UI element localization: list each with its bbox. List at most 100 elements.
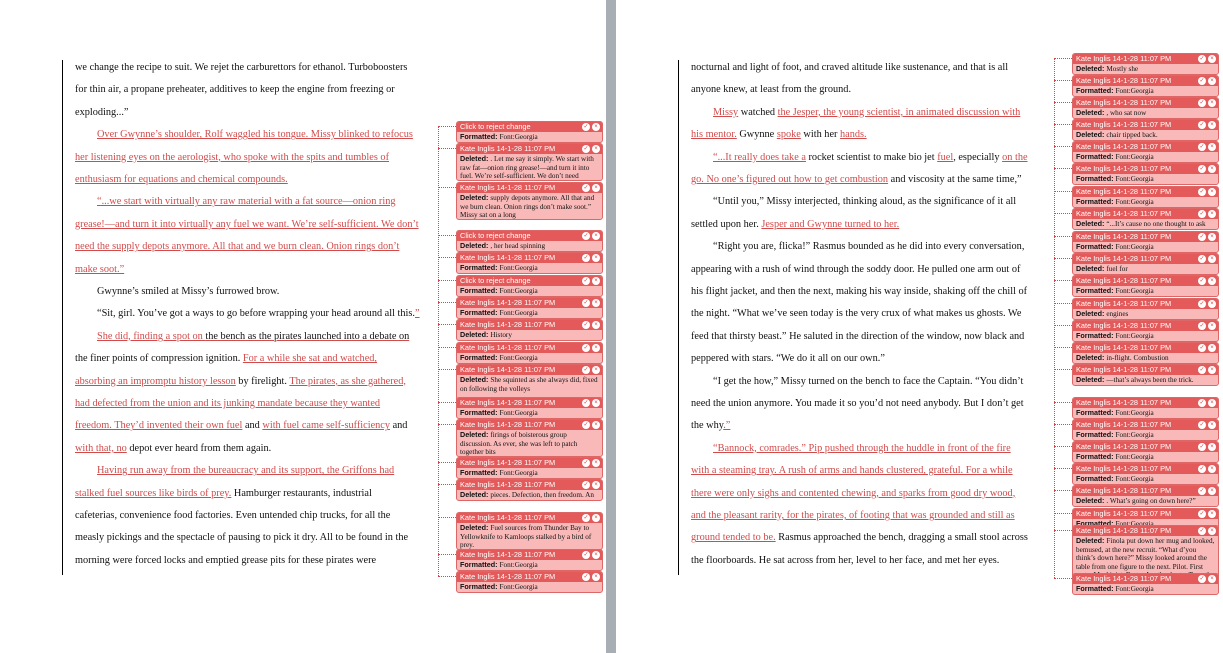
comment-balloon[interactable]: Kate Inglis 14-1-28 11:07 PM ✓ × Formatted:…: [1072, 441, 1219, 463]
comment-balloon[interactable]: Kate Inglis 14-1-28 11:07 PM ✓ × Deleted: p…: [456, 479, 603, 501]
reject-change-icon[interactable]: ×: [1208, 322, 1216, 330]
accept-change-icon[interactable]: ✓: [1198, 143, 1206, 151]
reject-change-icon[interactable]: ×: [1208, 99, 1216, 107]
text-line[interactable]: exploding...”: [75, 106, 128, 120]
comment-balloon[interactable]: Kate Inglis 14-1-28 11:07 PM ✓ × Formatted:…: [456, 549, 603, 571]
reject-change-icon[interactable]: ×: [1208, 421, 1216, 429]
text-line[interactable]: the floorboards. He sat across from her,…: [691, 554, 999, 568]
accept-change-icon[interactable]: ✓: [1198, 487, 1206, 495]
accept-change-icon[interactable]: ✓: [1198, 575, 1206, 583]
text-line[interactable]: Over Gwynne’s shoulder, Rolf waggled his…: [97, 128, 413, 142]
text-line[interactable]: had defected from the union and its junk…: [75, 397, 380, 411]
text-line[interactable]: we change the recipe to suit. We rejet t…: [75, 61, 407, 75]
text-line[interactable]: enthusiasm for equations and chemical co…: [75, 173, 288, 187]
reject-change-icon[interactable]: ×: [1208, 121, 1216, 129]
reject-change-icon[interactable]: ×: [592, 184, 600, 192]
comment-balloon[interactable]: Kate Inglis 14-1-28 11:07 PM ✓ × Formatted:…: [1072, 231, 1219, 253]
accept-change-icon[interactable]: ✓: [582, 145, 590, 153]
reject-change-icon[interactable]: ×: [592, 421, 600, 429]
accept-change-icon[interactable]: ✓: [1198, 300, 1206, 308]
comment-balloon[interactable]: Kate Inglis 14-1-28 11:07 PM ✓ × Deleted: M…: [1072, 53, 1219, 75]
accept-change-icon[interactable]: ✓: [582, 573, 590, 581]
comment-balloon[interactable]: Kate Inglis 14-1-28 11:07 PM ✓ × Deleted: i…: [1072, 342, 1219, 364]
text-line[interactable]: need the union anymore. You made it so y…: [691, 397, 1024, 411]
reject-change-icon[interactable]: ×: [592, 232, 600, 240]
reject-change-icon[interactable]: ×: [592, 573, 600, 581]
text-line[interactable]: her listening eyes on the aerologist, wh…: [75, 151, 389, 165]
text-line[interactable]: “...we start with virtually any raw mate…: [97, 195, 396, 209]
reject-change-icon[interactable]: ×: [592, 399, 600, 407]
accept-change-icon[interactable]: ✓: [582, 514, 590, 522]
accept-change-icon[interactable]: ✓: [582, 299, 590, 307]
text-line[interactable]: with that, no depot ever heard from them…: [75, 442, 271, 456]
comment-balloon[interactable]: Kate Inglis 14-1-28 11:07 PM ✓ × Deleted: .…: [1072, 485, 1219, 507]
comment-balloon[interactable]: Kate Inglis 14-1-28 11:07 PM ✓ × Formatted:…: [1072, 419, 1219, 441]
text-line[interactable]: Gwynne’s smiled at Missy’s furrowed brow…: [97, 285, 279, 299]
reject-change-icon[interactable]: ×: [592, 459, 600, 467]
comment-balloon[interactable]: Kate Inglis 14-1-28 11:07 PM ✓ × Formatted:…: [456, 457, 603, 479]
accept-change-icon[interactable]: ✓: [582, 321, 590, 329]
reject-change-icon[interactable]: ×: [1208, 77, 1216, 85]
reject-change-icon[interactable]: ×: [1208, 465, 1216, 473]
accept-change-icon[interactable]: ✓: [1198, 255, 1206, 263]
text-line[interactable]: “I get the how,” Missy turned on the ben…: [713, 375, 1023, 389]
text-line[interactable]: settled upon her. Jesper and Gwynne turn…: [691, 218, 899, 232]
reject-change-icon[interactable]: ×: [592, 277, 600, 285]
accept-change-icon[interactable]: ✓: [582, 551, 590, 559]
text-line[interactable]: the finer points of compression ignition…: [75, 352, 377, 366]
accept-change-icon[interactable]: ✓: [582, 184, 590, 192]
text-line[interactable]: need the supply depots anymore. All that…: [75, 240, 399, 254]
comment-balloon[interactable]: Click to reject change ✓ × Formatted: Font:…: [456, 275, 603, 297]
accept-change-icon[interactable]: ✓: [1198, 443, 1206, 451]
accept-change-icon[interactable]: ✓: [582, 421, 590, 429]
reject-change-icon[interactable]: ×: [1208, 366, 1216, 374]
document-page-left[interactable]: we change the recipe to suit. We rejet t…: [0, 0, 606, 653]
accept-change-icon[interactable]: ✓: [1198, 210, 1206, 218]
accept-change-icon[interactable]: ✓: [1198, 344, 1206, 352]
accept-change-icon[interactable]: ✓: [1198, 77, 1206, 85]
accept-change-icon[interactable]: ✓: [582, 123, 590, 131]
comment-balloon[interactable]: Kate Inglis 14-1-28 11:07 PM ✓ × Deleted: —…: [1072, 364, 1219, 386]
comment-balloon[interactable]: Kate Inglis 14-1-28 11:07 PM ✓ × Deleted: F…: [456, 512, 603, 550]
accept-change-icon[interactable]: ✓: [1198, 188, 1206, 196]
comment-balloon[interactable]: Kate Inglis 14-1-28 11:07 PM ✓ × Formatted:…: [1072, 163, 1219, 185]
accept-change-icon[interactable]: ✓: [1198, 121, 1206, 129]
reject-change-icon[interactable]: ×: [592, 299, 600, 307]
comment-balloon[interactable]: Kate Inglis 14-1-28 11:07 PM ✓ × Formatted:…: [1072, 573, 1219, 595]
text-line[interactable]: absorbing an impromptu history lesson by…: [75, 375, 406, 389]
text-line[interactable]: peppered with stars. “We do it all on ou…: [691, 352, 885, 366]
comment-balloon[interactable]: Kate Inglis 14-1-28 11:07 PM ✓ × Formatted:…: [456, 571, 603, 593]
text-line[interactable]: grease!—and turn it into virtually any f…: [75, 218, 419, 232]
accept-change-icon[interactable]: ✓: [1198, 399, 1206, 407]
accept-change-icon[interactable]: ✓: [1198, 55, 1206, 63]
text-line[interactable]: ground tended to be. Rasmus approached t…: [691, 531, 1028, 545]
text-line[interactable]: measly pickings and the spectacle of pau…: [75, 531, 408, 545]
comment-balloon[interactable]: Kate Inglis 14-1-28 11:07 PM ✓ × Formatted:…: [456, 342, 603, 364]
text-line[interactable]: Missy watched the Jesper, the young scie…: [713, 106, 1020, 120]
text-line[interactable]: nocturnal and light of foot, and craved …: [691, 61, 1008, 75]
comment-balloon[interactable]: Kate Inglis 14-1-28 11:07 PM ✓ × Deleted: s…: [456, 182, 603, 220]
comment-balloon[interactable]: Kate Inglis 14-1-28 11:07 PM ✓ × Deleted: H…: [456, 319, 603, 341]
reject-change-icon[interactable]: ×: [1208, 277, 1216, 285]
accept-change-icon[interactable]: ✓: [582, 399, 590, 407]
accept-change-icon[interactable]: ✓: [1198, 277, 1206, 285]
comment-balloon[interactable]: Kate Inglis 14-1-28 11:07 PM ✓ × Deleted: e…: [1072, 298, 1219, 320]
reject-change-icon[interactable]: ×: [592, 145, 600, 153]
reject-change-icon[interactable]: ×: [1208, 527, 1216, 535]
accept-change-icon[interactable]: ✓: [1198, 165, 1206, 173]
accept-change-icon[interactable]: ✓: [1198, 527, 1206, 535]
text-line[interactable]: cafeterias, convenience food factories. …: [75, 509, 390, 523]
reject-change-icon[interactable]: ×: [592, 366, 600, 374]
text-line[interactable]: appearing with a rush of wind through th…: [691, 263, 1020, 277]
reject-change-icon[interactable]: ×: [1208, 344, 1216, 352]
accept-change-icon[interactable]: ✓: [582, 232, 590, 240]
text-line[interactable]: feed that thirsty beast.” He saluted in …: [691, 330, 1024, 344]
reject-change-icon[interactable]: ×: [592, 123, 600, 131]
reject-change-icon[interactable]: ×: [592, 321, 600, 329]
comment-balloon[interactable]: Kate Inglis 14-1-28 11:07 PM ✓ × Formatted:…: [1072, 463, 1219, 485]
accept-change-icon[interactable]: ✓: [582, 277, 590, 285]
comment-balloon[interactable]: Kate Inglis 14-1-28 11:07 PM ✓ × Deleted: f…: [1072, 253, 1219, 275]
comment-balloon[interactable]: Kate Inglis 14-1-28 11:07 PM ✓ × Formatted:…: [1072, 186, 1219, 208]
reject-change-icon[interactable]: ×: [1208, 300, 1216, 308]
text-line[interactable]: for thin air, a propane preheater, addit…: [75, 83, 395, 97]
